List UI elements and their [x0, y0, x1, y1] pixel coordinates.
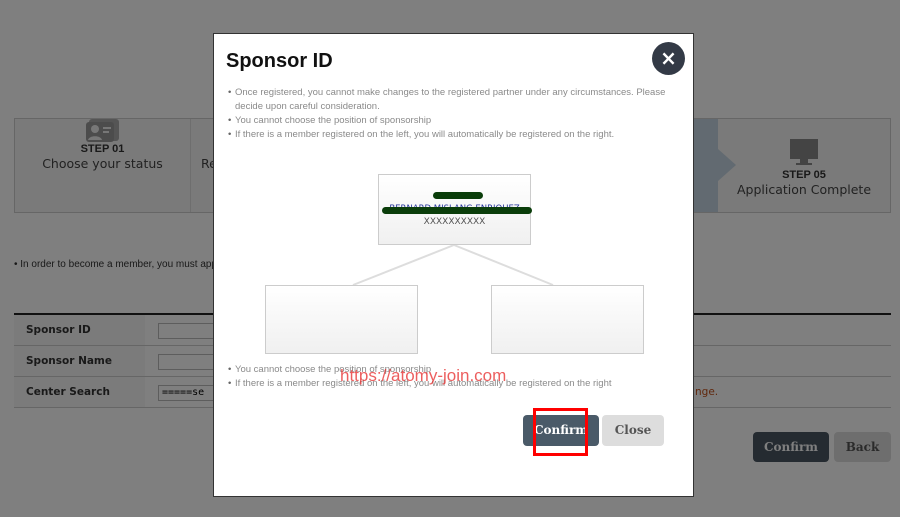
- redaction-mark: [382, 207, 532, 214]
- highlight-box: [533, 408, 588, 456]
- sponsor-node: BERNARD MISLANG ENRIQUEZ XXXXXXXXXX: [378, 174, 532, 245]
- sponsor-node-id: XXXXXXXXXX: [423, 217, 486, 227]
- watermark: https://atomy-join.com: [340, 366, 507, 385]
- right-node: [491, 285, 644, 354]
- modal-close-button[interactable]: Close: [602, 415, 664, 446]
- redaction-mark: [433, 192, 483, 199]
- left-node: [265, 285, 418, 354]
- sponsor-id-modal: Sponsor ID × Once registered, you cannot…: [213, 33, 694, 497]
